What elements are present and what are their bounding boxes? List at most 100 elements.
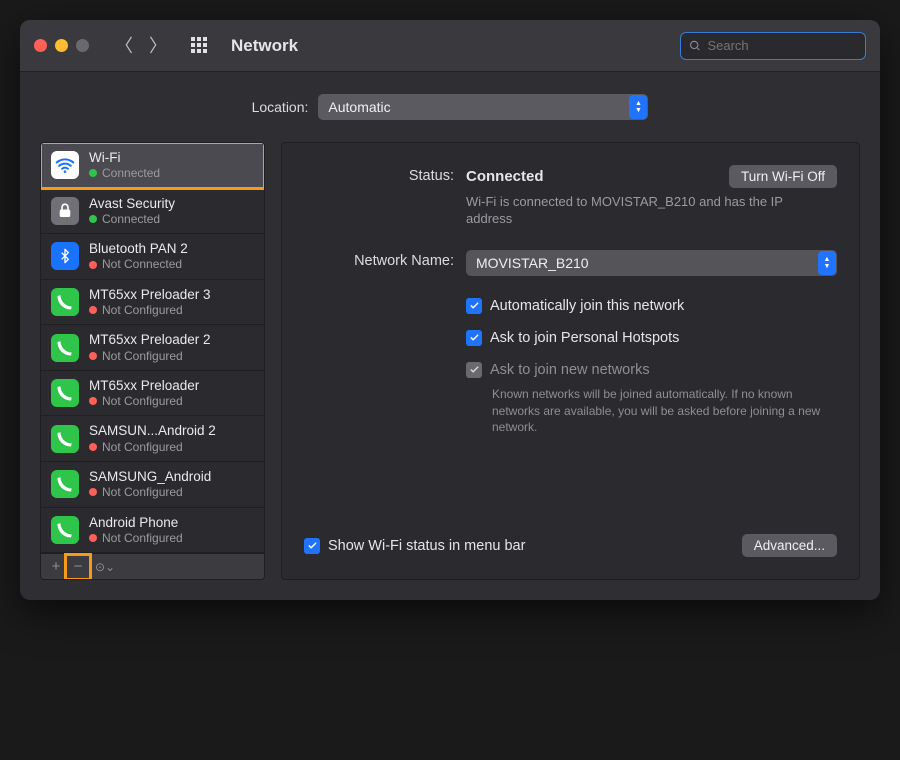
sidebar-item-bluetooth-pan-2[interactable]: Bluetooth PAN 2Not Connected: [41, 234, 264, 280]
network-name-select[interactable]: MOVISTAR_B210 ▲▼: [466, 250, 837, 276]
remove-service-button[interactable]: −: [67, 556, 89, 578]
minimize-window-button[interactable]: [55, 39, 68, 52]
service-text: Avast SecurityConnected: [89, 196, 175, 227]
network-preferences-window: 〈 〉 Network Location: Automatic ▲▼ Wi-Fi…: [20, 20, 880, 600]
lock-icon: [51, 197, 79, 225]
location-row: Location: Automatic ▲▼: [20, 72, 880, 142]
service-name: Avast Security: [89, 196, 175, 212]
window-title: Network: [231, 36, 298, 56]
status-dot-icon: [89, 534, 97, 542]
sidebar-item-android-phone[interactable]: Android PhoneNot Configured: [41, 508, 264, 554]
menubar-checkbox-row[interactable]: Show Wi-Fi status in menu bar: [304, 538, 525, 554]
location-select[interactable]: Automatic ▲▼: [318, 94, 648, 120]
phone-icon: [51, 379, 79, 407]
service-status-text: Not Configured: [102, 440, 183, 454]
divider: [91, 559, 92, 575]
service-status: Not Configured: [89, 394, 199, 408]
checkbox-checked-icon: [466, 298, 482, 314]
sidebar-item-mt65xx-preloader[interactable]: MT65xx PreloaderNot Configured: [41, 371, 264, 417]
service-name: Wi-Fi: [89, 150, 160, 166]
service-status: Not Configured: [89, 440, 216, 454]
search-field[interactable]: [680, 32, 866, 60]
service-text: Bluetooth PAN 2Not Connected: [89, 241, 188, 272]
add-service-button[interactable]: +: [45, 556, 67, 578]
service-text: SAMSUNG_AndroidNot Configured: [89, 469, 211, 500]
phone-icon: [51, 425, 79, 453]
detail-pane: Status: Connected Turn Wi-Fi Off Wi-Fi i…: [281, 142, 860, 580]
new-networks-checkbox-row[interactable]: Ask to join new networks: [466, 362, 837, 378]
network-name-label: Network Name:: [304, 250, 454, 269]
status-dot-icon: [89, 169, 97, 177]
service-status-text: Not Connected: [102, 257, 182, 271]
sidebar-item-mt65xx-preloader-2[interactable]: MT65xx Preloader 2Not Configured: [41, 325, 264, 371]
location-value: Automatic: [328, 99, 390, 115]
status-value: Connected: [466, 168, 544, 185]
service-name: SAMSUN...Android 2: [89, 423, 216, 439]
sidebar-toolbar: + − ⊙⌄: [41, 553, 264, 579]
service-status-text: Not Configured: [102, 394, 183, 408]
service-text: MT65xx Preloader 3Not Configured: [89, 287, 211, 318]
sidebar-item-avast-security[interactable]: Avast SecurityConnected: [41, 189, 264, 235]
network-name-value: MOVISTAR_B210: [476, 255, 589, 271]
service-status-text: Not Configured: [102, 349, 183, 363]
service-status: Not Configured: [89, 349, 211, 363]
auto-join-label: Automatically join this network: [490, 298, 684, 314]
advanced-button[interactable]: Advanced...: [742, 534, 837, 557]
service-status-text: Not Configured: [102, 531, 183, 545]
dropdown-stepper-icon: ▲▼: [629, 95, 647, 119]
status-dot-icon: [89, 215, 97, 223]
service-status-text: Connected: [102, 212, 160, 226]
checkbox-checked-icon: [466, 362, 482, 378]
wifi-icon: [51, 151, 79, 179]
new-networks-description: Known networks will be joined automatica…: [492, 386, 822, 436]
back-button[interactable]: 〈: [115, 37, 133, 55]
service-status: Not Configured: [89, 531, 183, 545]
service-status-text: Not Configured: [102, 303, 183, 317]
service-name: Android Phone: [89, 515, 183, 531]
service-text: Wi-FiConnected: [89, 150, 160, 181]
sidebar-item-samsung-android[interactable]: SAMSUNG_AndroidNot Configured: [41, 462, 264, 508]
forward-button[interactable]: 〉: [149, 37, 167, 55]
phone-icon: [51, 288, 79, 316]
close-window-button[interactable]: [34, 39, 47, 52]
service-text: Android PhoneNot Configured: [89, 515, 183, 546]
auto-join-checkbox-row[interactable]: Automatically join this network: [466, 298, 837, 314]
service-status: Not Configured: [89, 303, 211, 317]
service-text: MT65xx PreloaderNot Configured: [89, 378, 199, 409]
show-all-button[interactable]: [191, 37, 209, 55]
service-sidebar: Wi-FiConnectedAvast SecurityConnectedBlu…: [40, 142, 265, 580]
service-status: Connected: [89, 166, 160, 180]
bt-icon: [51, 242, 79, 270]
service-name: MT65xx Preloader 3: [89, 287, 211, 303]
search-input[interactable]: [707, 38, 857, 53]
service-text: SAMSUN...Android 2Not Configured: [89, 423, 216, 454]
checkbox-checked-icon: [466, 330, 482, 346]
service-status: Not Configured: [89, 485, 211, 499]
menubar-label: Show Wi-Fi status in menu bar: [328, 538, 525, 554]
service-status: Connected: [89, 212, 175, 226]
maximize-window-button: [76, 39, 89, 52]
checkbox-checked-icon: [304, 538, 320, 554]
search-icon: [689, 39, 701, 53]
service-name: MT65xx Preloader: [89, 378, 199, 394]
status-dot-icon: [89, 443, 97, 451]
new-networks-label: Ask to join new networks: [490, 362, 650, 378]
traffic-lights: [34, 39, 89, 52]
dropdown-stepper-icon: ▲▼: [818, 251, 836, 275]
sidebar-item-mt65xx-preloader-3[interactable]: MT65xx Preloader 3Not Configured: [41, 280, 264, 326]
turn-wifi-off-button[interactable]: Turn Wi-Fi Off: [729, 165, 837, 188]
nav-arrows: 〈 〉: [115, 37, 167, 55]
phone-icon: [51, 516, 79, 544]
status-description: Wi-Fi is connected to MOVISTAR_B210 and …: [466, 194, 806, 228]
service-name: MT65xx Preloader 2: [89, 332, 211, 348]
status-dot-icon: [89, 488, 97, 496]
sidebar-item-wi-fi[interactable]: Wi-FiConnected: [41, 143, 264, 189]
service-name: SAMSUNG_Android: [89, 469, 211, 485]
hotspot-checkbox-row[interactable]: Ask to join Personal Hotspots: [466, 330, 837, 346]
sidebar-item-samsun-android-2[interactable]: SAMSUN...Android 2Not Configured: [41, 416, 264, 462]
service-status: Not Connected: [89, 257, 188, 271]
service-actions-menu[interactable]: ⊙⌄: [94, 556, 116, 578]
service-text: MT65xx Preloader 2Not Configured: [89, 332, 211, 363]
status-dot-icon: [89, 352, 97, 360]
phone-icon: [51, 334, 79, 362]
